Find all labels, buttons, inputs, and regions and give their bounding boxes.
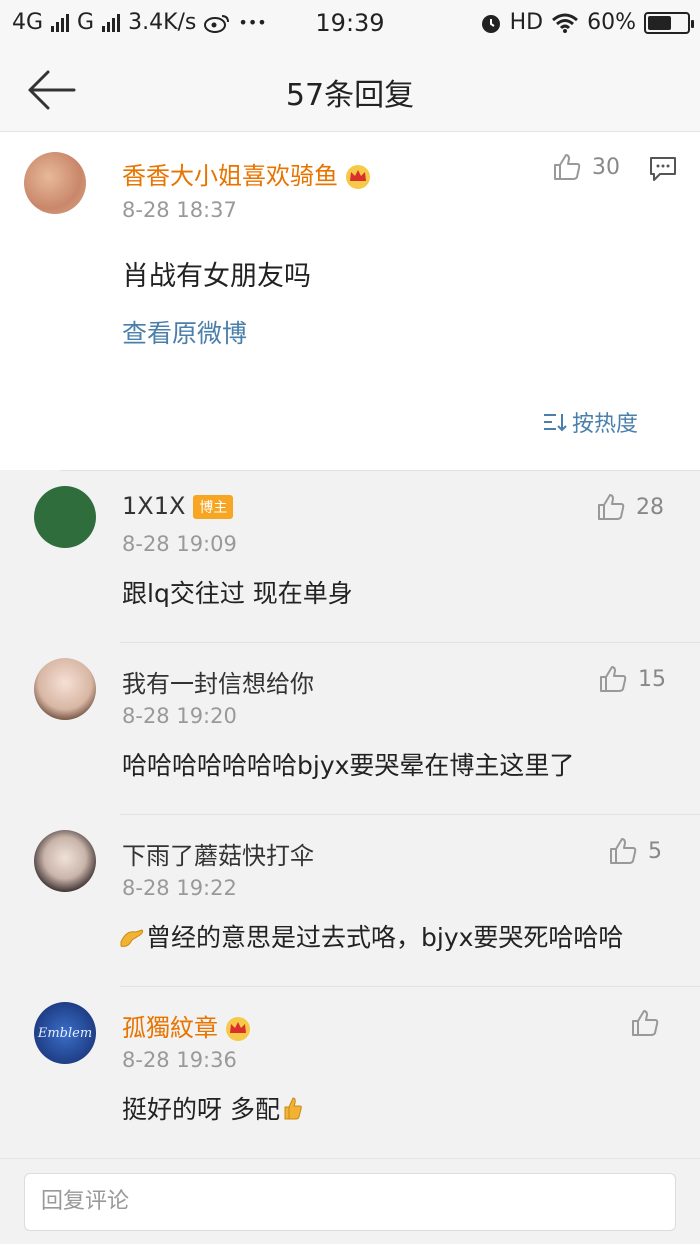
comment-author[interactable]: 孤獨紋章 [122, 1008, 252, 1043]
comment-time: 8-28 19:20 [122, 704, 237, 728]
avatar-logo-text: Emblem [37, 1025, 93, 1041]
thumbs-up-emoji-icon [282, 1095, 304, 1127]
sort-button[interactable]: 按热度 [542, 406, 638, 438]
comment-item: 下雨了蘑菇快打伞 8-28 19:22 曾经的意思是过去式咯，bjyx要哭死哈哈… [0, 814, 700, 986]
comment-author[interactable]: 我有一封信想给你 [122, 664, 314, 699]
hd-label: HD [509, 10, 544, 35]
comment-time: 8-28 19:36 [122, 1048, 237, 1072]
comment-like-button[interactable]: 5 [608, 836, 662, 866]
avatar[interactable] [34, 486, 96, 548]
thumbs-up-icon [554, 154, 581, 180]
comment-time: 8-28 19:09 [122, 532, 237, 556]
nav-bar: 57条回复 [0, 48, 700, 132]
status-right: HD 60% [480, 10, 694, 35]
battery-level [648, 15, 671, 30]
comment-author-name: 1X1X [122, 492, 186, 520]
reply-bar: 回复评论 [0, 1158, 700, 1244]
comment-icon[interactable] [648, 154, 678, 184]
comment-like-button[interactable] [630, 1008, 670, 1038]
battery-icon [644, 11, 694, 34]
post-text: 肖战有女朋友吗 [122, 261, 311, 292]
comment-like-button[interactable]: 28 [596, 492, 664, 522]
comment-author[interactable]: 1X1X 博主 [122, 492, 234, 520]
thumbs-up-icon [632, 1010, 659, 1036]
post-like-count: 30 [592, 154, 620, 180]
comment-text: 曾经的意思是过去式咯，bjyx要哭死哈哈哈 [118, 918, 623, 954]
comment-like-count: 28 [636, 494, 664, 520]
avatar[interactable] [24, 152, 86, 214]
comment-text-body: 曾经的意思是过去式咯，bjyx要哭死哈哈哈 [146, 923, 624, 952]
status-bar: 4G G 3.4K/s ••• 19:39 HD 60% [0, 0, 700, 48]
comment-text: 挺好的呀 多配 [122, 1090, 304, 1127]
comment-item: 我有一封信想给你 8-28 19:20 哈哈哈哈哈哈哈bjyx要哭晕在博主这里了… [0, 642, 700, 814]
blogger-badge: 博主 [193, 495, 234, 519]
comment-like-count: 5 [648, 838, 662, 864]
comment-text: 哈哈哈哈哈哈哈bjyx要哭晕在博主这里了 [122, 751, 575, 780]
reply-input[interactable]: 回复评论 [24, 1173, 676, 1231]
vip-crown-icon [346, 165, 370, 189]
comment-text: 跟lq交往过 现在单身 [122, 579, 353, 608]
page-title: 57条回复 [285, 78, 415, 113]
comment-item: Emblem 孤獨紋章 8-28 19:36 挺好的呀 多配 [0, 986, 700, 1158]
comment-like-button[interactable]: 15 [598, 664, 666, 694]
comment-time: 8-28 19:22 [122, 876, 237, 900]
avatar[interactable] [34, 830, 96, 892]
comment-like-count: 15 [638, 666, 666, 692]
alarm-icon [481, 14, 500, 33]
view-original-link[interactable]: 查看原微博 [122, 314, 247, 350]
main-post: 香香大小姐喜欢骑鱼 8-28 18:37 30 肖战有女朋友吗 查看原微博 按热… [0, 132, 700, 470]
vip-crown-icon [226, 1017, 250, 1041]
comment-author-name: 孤獨紋章 [122, 1014, 218, 1042]
clap-emoji-icon [118, 926, 146, 952]
post-like-button[interactable]: 30 [552, 152, 620, 182]
avatar[interactable]: Emblem [34, 1002, 96, 1064]
avatar[interactable] [34, 658, 96, 720]
post-author-name: 香香大小姐喜欢骑鱼 [122, 162, 338, 190]
sort-label: 按热度 [572, 412, 639, 437]
thumbs-up-icon [600, 666, 627, 692]
post-time: 8-28 18:37 [122, 198, 237, 222]
comment-item: 1X1X 博主 8-28 19:09 跟lq交往过 现在单身 28 [0, 470, 700, 642]
battery-percent: 60% [587, 10, 636, 35]
wifi-icon [552, 13, 579, 33]
thumbs-up-icon [598, 494, 625, 520]
sort-icon [544, 414, 567, 432]
post-author[interactable]: 香香大小姐喜欢骑鱼 [122, 156, 372, 191]
comment-text-body: 挺好的呀 多配 [122, 1095, 280, 1124]
thumbs-up-icon [610, 838, 637, 864]
comment-author[interactable]: 下雨了蘑菇快打伞 [122, 836, 314, 871]
